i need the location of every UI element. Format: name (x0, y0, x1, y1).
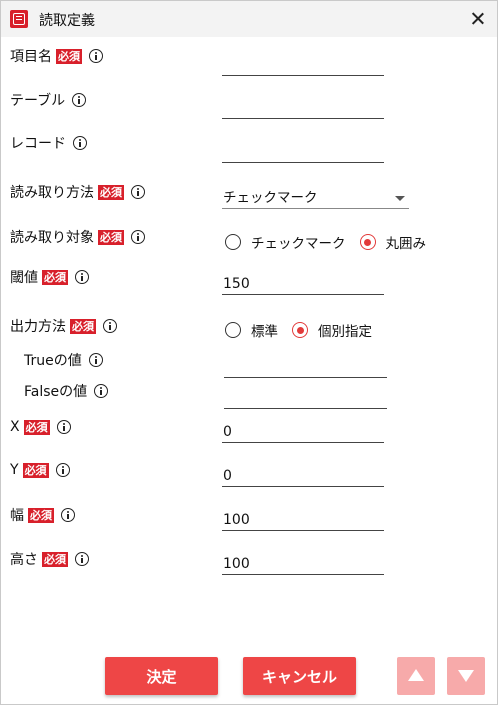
info-icon[interactable] (72, 93, 87, 107)
false-value-input[interactable] (224, 387, 387, 409)
required-badge: 必須 (42, 269, 68, 285)
radio-standard[interactable] (225, 322, 241, 338)
info-icon[interactable] (89, 49, 103, 63)
item-name-label: 項目名 (10, 49, 52, 65)
required-badge: 必須 (22, 462, 49, 478)
width-input[interactable]: 100 (222, 509, 384, 531)
read-method-selected: チェックマーク (223, 190, 318, 206)
required-badge: 必須 (28, 507, 54, 523)
required-badge: 必須 (56, 48, 82, 64)
radio-circle-label: 丸囲み (385, 236, 427, 252)
read-target-radio-group: チェックマーク 丸囲み (225, 232, 440, 252)
true-value-input[interactable] (224, 356, 387, 378)
info-icon[interactable] (131, 185, 145, 199)
height-input[interactable]: 100 (222, 553, 384, 575)
item-name-label-row: 項目名 必須 (10, 46, 103, 66)
true-value-label: Trueの値 (24, 353, 82, 369)
y-input[interactable]: 0 (222, 465, 384, 487)
required-badge: 必須 (23, 419, 50, 435)
info-icon[interactable] (61, 508, 75, 522)
info-icon[interactable] (103, 319, 117, 333)
height-label: 高さ (10, 552, 38, 568)
title-bar: 読取定義 (1, 1, 497, 37)
info-icon[interactable] (55, 463, 70, 477)
true-value-label-row: Trueの値 (24, 350, 103, 370)
x-label-row: X 必須 (10, 417, 71, 437)
read-target-label-row: 読み取り対象 必須 (10, 227, 145, 247)
record-input[interactable] (222, 141, 384, 163)
radio-checkmark-label: チェックマーク (251, 236, 346, 252)
chevron-down-icon (395, 196, 405, 201)
x-input[interactable]: 0 (222, 421, 384, 443)
ok-button[interactable]: 決定 (105, 657, 218, 695)
read-method-select[interactable]: チェックマーク (222, 187, 409, 209)
read-target-label: 読み取り対象 (10, 230, 94, 246)
output-method-label: 出力方法 (10, 319, 66, 335)
info-icon[interactable] (75, 270, 89, 284)
output-method-radio-group: 標準 個別指定 (225, 320, 386, 340)
radio-circle[interactable] (359, 234, 376, 250)
info-icon[interactable] (56, 420, 71, 434)
threshold-label: 閾値 (10, 270, 38, 286)
false-value-label: Falseの値 (24, 384, 88, 400)
table-input[interactable] (222, 97, 384, 119)
radio-standard-label: 標準 (251, 324, 278, 340)
required-badge: 必須 (70, 318, 96, 334)
cancel-button[interactable]: キャンセル (243, 657, 356, 695)
close-icon[interactable] (459, 1, 497, 37)
info-icon[interactable] (94, 384, 109, 398)
arrow-down-icon[interactable] (447, 657, 485, 695)
app-logo-icon (10, 10, 28, 28)
record-label: レコード (10, 136, 66, 152)
radio-checkmark[interactable] (225, 234, 241, 250)
x-label: X (10, 419, 20, 435)
false-value-label-row: Falseの値 (24, 381, 109, 401)
required-badge: 必須 (42, 551, 68, 567)
window-title: 読取定義 (39, 13, 95, 29)
width-label: 幅 (10, 508, 24, 524)
record-label-row: レコード (10, 133, 87, 153)
output-method-label-row: 出力方法 必須 (10, 316, 117, 336)
info-icon[interactable] (75, 552, 89, 566)
required-badge: 必須 (98, 184, 124, 200)
y-label: Y (10, 462, 19, 478)
table-label: テーブル (10, 93, 66, 109)
table-label-row: テーブル (10, 90, 87, 110)
threshold-label-row: 閾値 必須 (10, 267, 89, 287)
item-name-input[interactable] (222, 54, 384, 76)
info-icon[interactable] (73, 136, 87, 150)
info-icon[interactable] (88, 353, 103, 367)
read-method-label: 読み取り方法 (10, 185, 94, 201)
width-label-row: 幅 必須 (10, 505, 75, 525)
read-method-label-row: 読み取り方法 必須 (10, 182, 145, 202)
required-badge: 必須 (98, 229, 124, 245)
radio-individual[interactable] (292, 322, 308, 338)
arrow-up-icon[interactable] (397, 657, 435, 695)
read-definition-dialog: 読取定義 項目名 必須 テーブル レコード 読み取り方法 必須 チェックマーク … (0, 0, 498, 705)
info-icon[interactable] (131, 230, 145, 244)
threshold-input[interactable]: 150 (222, 273, 384, 295)
radio-individual-label: 個別指定 (318, 324, 372, 340)
height-label-row: 高さ 必須 (10, 549, 89, 569)
y-label-row: Y 必須 (10, 460, 70, 480)
